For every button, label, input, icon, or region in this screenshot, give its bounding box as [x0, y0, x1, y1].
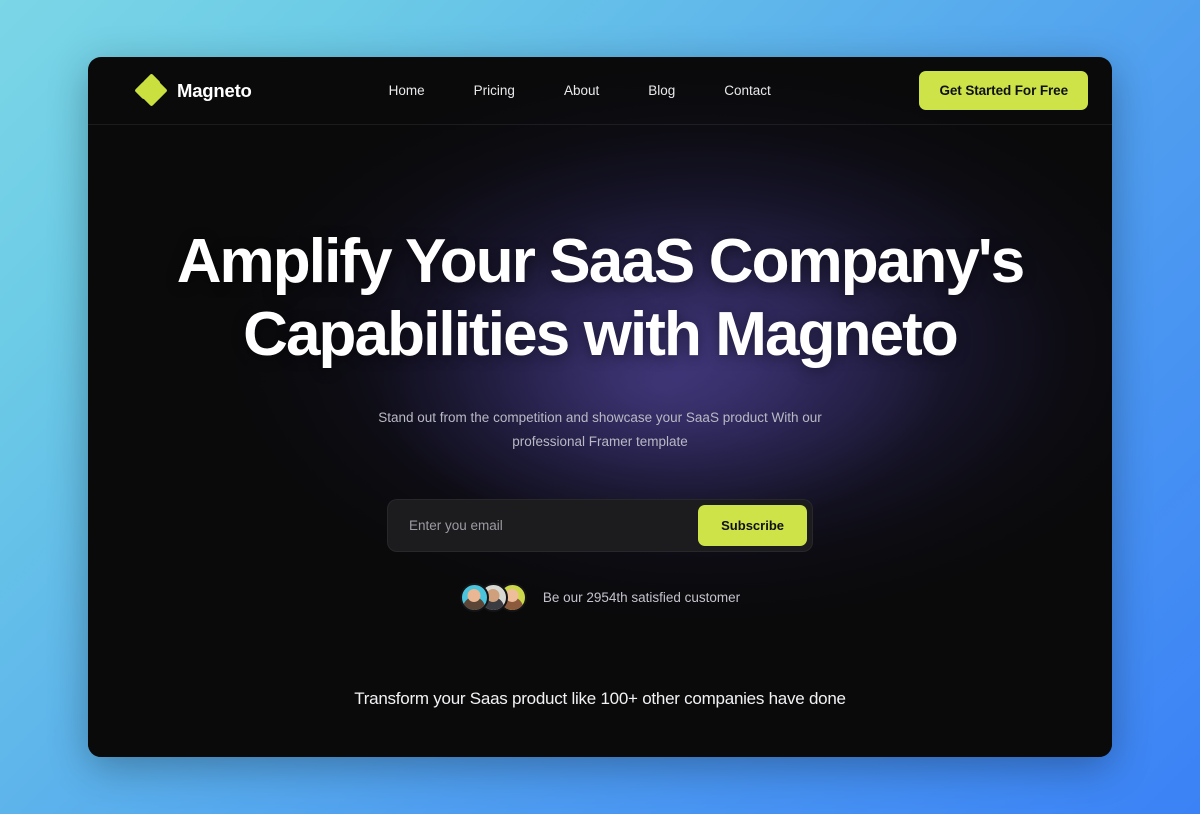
- get-started-button[interactable]: Get Started For Free: [919, 71, 1088, 110]
- nav-link-home[interactable]: Home: [389, 75, 425, 106]
- hero-subtitle: Stand out from the competition and showc…: [378, 410, 822, 450]
- main-navigation: Home Pricing About Blog Contact: [389, 75, 771, 106]
- subscribe-button[interactable]: Subscribe: [698, 505, 807, 547]
- bottom-tagline: Transform your Saas product like 100+ ot…: [354, 689, 846, 708]
- subscribe-form: Subscribe: [387, 499, 813, 553]
- hero-section: Amplify Your SaaS Company's Capabilities…: [88, 125, 1112, 613]
- social-proof-text: Be our 2954th satisfied customer: [542, 590, 741, 606]
- nav-link-blog[interactable]: Blog: [648, 75, 675, 106]
- site-header: Magneto Home Pricing About Blog Contact …: [88, 57, 1112, 125]
- social-proof: Be our 2954th satisfied customer: [88, 583, 1112, 613]
- hero-title-line-1: Amplify Your SaaS Company's: [176, 227, 1026, 296]
- nav-link-contact[interactable]: Contact: [724, 75, 771, 106]
- bottom-tagline-strip: Transform your Saas product like 100+ ot…: [88, 641, 1112, 757]
- site-card: Magneto Home Pricing About Blog Contact …: [88, 57, 1112, 757]
- brand-name: Magneto: [177, 79, 252, 101]
- email-input[interactable]: [393, 505, 699, 547]
- hero-title-line-2: Capabilities with Magneto: [243, 299, 959, 369]
- nav-link-about[interactable]: About: [564, 75, 599, 106]
- hero-title: Amplify Your SaaS Company's Capabilities…: [88, 226, 1112, 371]
- brand-logo[interactable]: Magneto: [134, 73, 252, 107]
- diamond-cluster-icon: [134, 73, 168, 107]
- nav-link-pricing[interactable]: Pricing: [474, 75, 515, 106]
- avatar-1: [459, 583, 489, 613]
- avatar-group: [459, 583, 527, 613]
